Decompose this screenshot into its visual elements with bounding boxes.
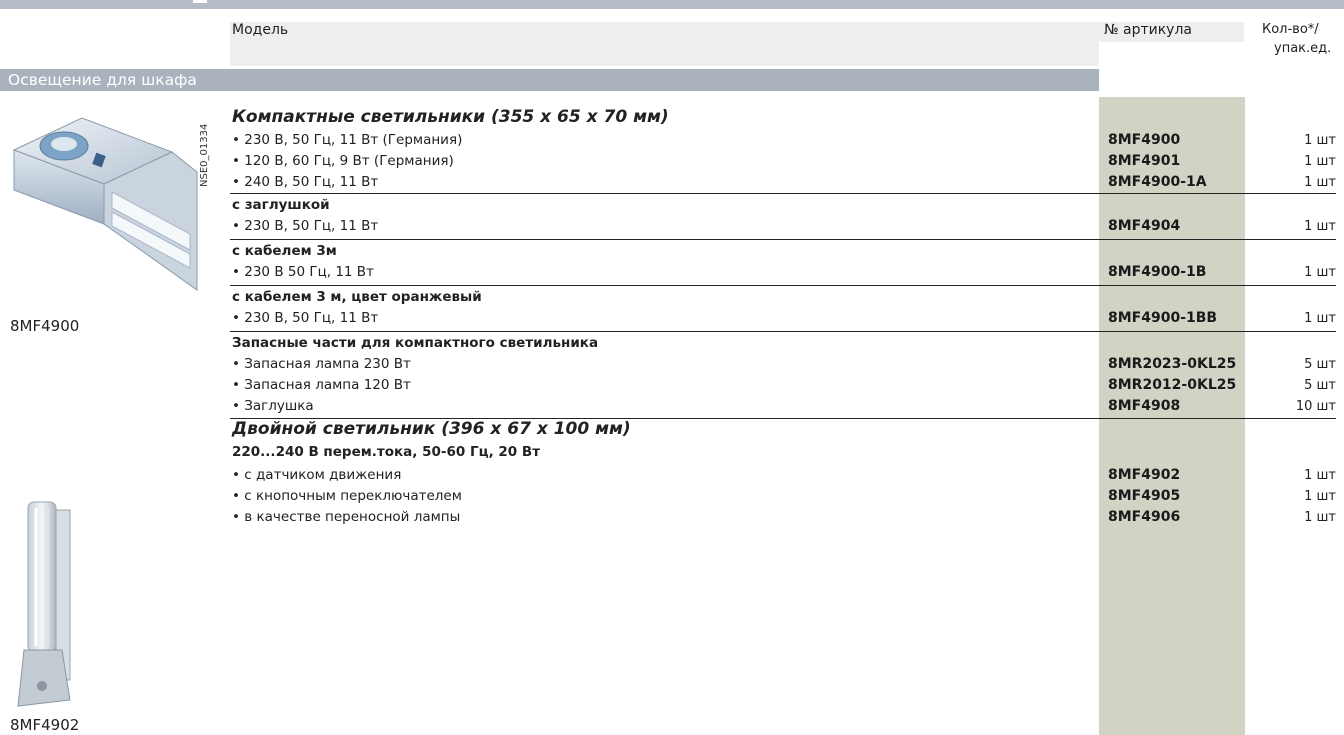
row-model: • Запасная лампа 120 Вт <box>232 377 411 393</box>
row-qty: 1 шт <box>1304 489 1336 504</box>
row-article: 8MF4908 <box>1108 398 1181 414</box>
header-article: № артикула <box>1104 22 1192 38</box>
table-row: • с датчиком движения 8MF4902 1 шт <box>230 465 1336 485</box>
row-article: 8MF4906 <box>1108 509 1181 525</box>
row-article: 8MF4902 <box>1108 467 1181 483</box>
row-qty: 1 шт <box>1304 175 1336 190</box>
table-row: • Запасная лампа 120 Вт 8MR2012-0KL25 5 … <box>230 375 1336 395</box>
row-article: 8MF4900-1A <box>1108 174 1207 190</box>
row-divider <box>230 331 1336 332</box>
header-qty-line2: упак.ед. <box>1274 41 1332 56</box>
row-qty: 1 шт <box>1304 265 1336 280</box>
group-title: Двойной светильник (396 x 67 x 100 мм) <box>232 419 631 439</box>
header-qty-line1: Кол-во*/ <box>1262 22 1319 37</box>
header-model: Модель <box>232 22 289 38</box>
row-qty: 1 шт <box>1304 154 1336 169</box>
row-qty: 10 шт <box>1295 399 1336 414</box>
row-qty: 1 шт <box>1304 219 1336 234</box>
table-row: с заглушкой <box>230 195 1336 215</box>
table-row: • в качестве переносной лампы 8MF4906 1 … <box>230 507 1336 527</box>
row-model: • 230 В, 50 Гц, 11 Вт <box>232 218 379 234</box>
group-title: Компактные светильники (355 x 65 x 70 мм… <box>232 107 669 127</box>
table-row: • Запасная лампа 230 Вт 8MR2023-0KL25 5 … <box>230 354 1336 374</box>
row-divider <box>230 239 1336 240</box>
table-row: • 240 В, 50 Гц, 11 Вт 8MF4900-1A 1 шт <box>230 172 1336 192</box>
table-row: с кабелем 3 м, цвет оранжевый <box>230 287 1336 307</box>
row-divider <box>230 193 1336 194</box>
table-row: • 230 В, 50 Гц, 11 Вт (Германия) 8MF4900… <box>230 130 1336 150</box>
row-article: 8MF4904 <box>1108 218 1181 234</box>
double-luminaire-image <box>17 501 71 707</box>
row-divider <box>230 285 1336 286</box>
row-model: • 240 В, 50 Гц, 11 Вт <box>232 174 379 190</box>
row-model: • с кнопочным переключателем <box>232 488 462 504</box>
row-model: • с датчиком движения <box>232 467 402 483</box>
row-qty: 1 шт <box>1304 468 1336 483</box>
section-title: Освещение для шкафа <box>8 71 197 89</box>
subgroup-title: с кабелем 3м <box>232 243 337 259</box>
table-row: • с кнопочным переключателем 8MF4905 1 ш… <box>230 486 1336 506</box>
table-row: Компактные светильники (355 x 65 x 70 мм… <box>230 107 1336 127</box>
subgroup-title: с заглушкой <box>232 197 330 213</box>
table-row: 220...240 В перем.тока, 50-60 Гц, 20 Вт <box>230 442 1336 462</box>
table-row: с кабелем 3м <box>230 241 1336 261</box>
row-article: 8MF4901 <box>1108 153 1181 169</box>
row-model: • 120 В, 60 Гц, 9 Вт (Германия) <box>232 153 454 169</box>
subgroup-title: с кабелем 3 м, цвет оранжевый <box>232 289 482 305</box>
header-model-strip <box>230 22 1099 66</box>
table-row: • 230 В, 50 Гц, 11 Вт 8MF4900-1BB 1 шт <box>230 308 1336 328</box>
subgroup-title: Запасные части для компактного светильни… <box>232 335 599 351</box>
row-model: • Заглушка <box>232 398 314 414</box>
table-row: • 120 В, 60 Гц, 9 Вт (Германия) 8MF4901 … <box>230 151 1336 171</box>
table-row: Запасные части для компактного светильни… <box>230 333 1336 353</box>
row-qty: 1 шт <box>1304 311 1336 326</box>
row-model: • 230 В, 50 Гц, 11 Вт (Германия) <box>232 132 463 148</box>
table-row: Двойной светильник (396 x 67 x 100 мм) <box>230 419 1336 439</box>
row-article: 8MF4905 <box>1108 488 1181 504</box>
row-qty: 1 шт <box>1304 133 1336 148</box>
table-row: • 230 В 50 Гц, 11 Вт 8MF4900-1B 1 шт <box>230 262 1336 282</box>
row-article: 8MF4900-1B <box>1108 264 1207 280</box>
row-model: • 230 В 50 Гц, 11 Вт <box>232 264 374 280</box>
row-article: 8MR2023-0KL25 <box>1108 356 1237 372</box>
top-bar-gap <box>193 0 207 3</box>
row-qty: 5 шт <box>1304 378 1336 393</box>
row-article: 8MR2012-0KL25 <box>1108 377 1237 393</box>
subgroup-title: 220...240 В перем.тока, 50-60 Гц, 20 Вт <box>232 444 541 460</box>
image-caption-8mf4900: 8MF4900 <box>10 317 80 335</box>
table-row: • 230 В, 50 Гц, 11 Вт 8MF4904 1 шт <box>230 216 1336 236</box>
row-article: 8MF4900-1BB <box>1108 310 1218 326</box>
table-row: • Заглушка 8MF4908 10 шт <box>230 396 1336 416</box>
row-model: • в качестве переносной лампы <box>232 509 461 525</box>
row-qty: 1 шт <box>1304 510 1336 525</box>
row-article: 8MF4900 <box>1108 132 1181 148</box>
row-model: • 230 В, 50 Гц, 11 Вт <box>232 310 379 326</box>
row-model: • Запасная лампа 230 Вт <box>232 356 411 372</box>
image-caption-8mf4902: 8MF4902 <box>10 716 80 734</box>
row-qty: 5 шт <box>1304 357 1336 372</box>
compact-luminaire-image <box>12 117 198 291</box>
image-code-label: NSE0_01334 <box>199 123 210 187</box>
